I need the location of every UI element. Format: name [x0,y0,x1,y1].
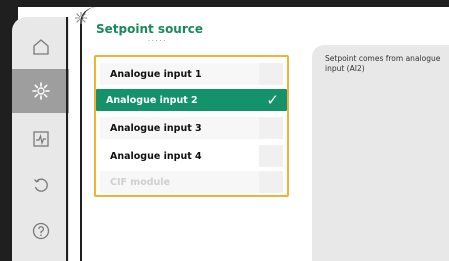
list-item-analogue-input-4[interactable]: Analogue input 4 [100,145,283,167]
settings-tab-gear-icon [74,11,88,25]
restore-icon [33,178,48,192]
sidebar-divider [66,17,68,261]
list-item-label: CIF module [110,176,170,188]
list-item-analogue-input-3[interactable]: Analogue input 3 [100,117,283,139]
list-item-label: Analogue input 4 [110,150,202,162]
settings-tab [68,7,94,43]
sidebar-item-settings[interactable] [12,69,69,113]
page-subtitle: · · · · · [148,38,166,45]
help-panel: Setpoint comes from analogue input (AI2) [312,45,449,261]
gear-icon [31,82,50,100]
row-shade [259,171,283,193]
list-item-analogue-input-1[interactable]: Analogue input 1 [100,63,283,85]
list-item-label: Analogue input 1 [110,68,202,80]
list-item-cif-module: CIF module [100,171,283,193]
screen-frame: Setpoint source · · · · · Analogue input… [0,0,449,261]
setpoint-source-list: Analogue input 1 Analogue input 2 ✓ Anal… [94,55,289,197]
page-title: Setpoint source [96,22,204,36]
list-item-label: Analogue input 2 [106,94,198,106]
sidebar-item-restore[interactable] [12,163,69,207]
sidebar-item-diagnostics[interactable] [12,117,69,161]
sidebar-item-home[interactable] [12,25,69,69]
help-icon [32,222,49,240]
list-item-label: Analogue input 3 [110,122,202,134]
top-border [0,0,449,7]
list-item-analogue-input-2[interactable]: Analogue input 2 ✓ [96,89,287,111]
help-text: Setpoint comes from analogue input (AI2) [325,54,441,73]
check-icon: ✓ [266,91,279,109]
row-shade [259,145,283,167]
sidebar [12,17,69,261]
row-shade [259,117,283,139]
home-icon [32,39,49,55]
diagnostics-icon [32,131,49,147]
sidebar-item-help[interactable] [12,209,69,253]
row-shade [259,63,283,85]
